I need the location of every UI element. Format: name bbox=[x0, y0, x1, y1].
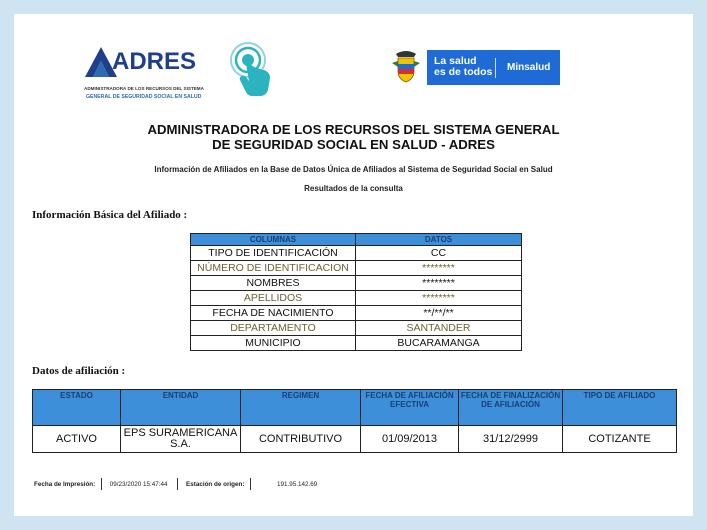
origin-label: Estación de origen: bbox=[186, 480, 245, 488]
row-value: SANTANDER bbox=[355, 320, 522, 336]
column-header: FECHA DE FINALIZACIÓN DE AFILIACIÓN bbox=[458, 389, 563, 426]
column-header: REGIMEN bbox=[240, 389, 361, 426]
cell-fecha-finalizacion: 31/12/2999 bbox=[458, 425, 563, 453]
print-footer: Fecha de Impresión: 09/23/2020 15:47:44 … bbox=[34, 478, 317, 490]
page-subtitle: Información de Afiliados en la Base de D… bbox=[154, 165, 553, 174]
page-title-line1: ADMINISTRADORA DE LOS RECURSOS DEL SISTE… bbox=[147, 122, 560, 137]
row-value: CC bbox=[355, 245, 522, 261]
cell-entidad: EPS SURAMERICANA S.A. bbox=[120, 425, 241, 453]
row-label: NÚMERO DE IDENTIFICACION bbox=[190, 260, 356, 276]
table-row: MUNICIPIO BUCARAMANGA bbox=[190, 335, 522, 351]
divider bbox=[250, 478, 252, 490]
row-label: MUNICIPIO bbox=[190, 335, 356, 351]
page-title-line2: DE SEGURIDAD SOCIAL EN SALUD - ADRES bbox=[212, 137, 495, 152]
print-date-value: 09/23/2020 15:47:44 bbox=[109, 480, 168, 488]
adres-tagline-line1: ADMINISTRADORA DE LOS RECURSOS DEL SISTE… bbox=[84, 86, 204, 91]
basic-info-header-row: COLUMNAS DATOS bbox=[190, 233, 522, 246]
table-row: APELLIDOS ******** bbox=[190, 290, 522, 306]
table-row: FECHA DE NACIMIENTO **/**/** bbox=[190, 305, 522, 321]
table-row: NOMBRES ******** bbox=[190, 275, 522, 291]
row-label: DEPARTAMENTO bbox=[190, 320, 356, 336]
origin-ip-value: 191.95.142.69 bbox=[276, 480, 318, 488]
table-row: ACTIVO EPS SURAMERICANA S.A. CONTRIBUTIV… bbox=[32, 425, 677, 453]
adres-tagline-line2: GENERAL DE SEGURIDAD SOCIAL EN SALUD bbox=[86, 94, 202, 100]
column-header: COLUMNAS bbox=[190, 233, 356, 246]
basic-info-table: COLUMNAS DATOS TIPO DE IDENTIFICACIÓN CC… bbox=[190, 233, 522, 351]
row-value: ******** bbox=[355, 290, 522, 306]
row-label: FECHA DE NACIMIENTO bbox=[190, 305, 356, 321]
results-label: Resultados de la consulta bbox=[304, 184, 403, 193]
minsalud-box: La salud es de todos Minsalud bbox=[427, 50, 560, 85]
row-value: ******** bbox=[355, 260, 522, 276]
basic-info-heading: Información Básica del Afiliado : bbox=[32, 209, 188, 221]
adres-logo: ADRES ADMINISTRADORA DE LOS RECURSOS DEL… bbox=[84, 36, 214, 106]
cell-estado: ACTIVO bbox=[32, 425, 121, 453]
document-page: ADRES ADMINISTRADORA DE LOS RECURSOS DEL… bbox=[14, 14, 693, 516]
row-value: BUCARAMANGA bbox=[355, 335, 522, 351]
column-header: ESTADO bbox=[32, 389, 121, 426]
affiliation-header-row: ESTADO ENTIDAD REGIMEN FECHA DE AFILIACI… bbox=[32, 389, 677, 426]
ministry-label: Minsalud bbox=[507, 62, 551, 73]
row-label: APELLIDOS bbox=[190, 290, 356, 306]
row-value: ******** bbox=[355, 275, 522, 291]
adres-wordmark: ADRES bbox=[112, 48, 197, 75]
cell-tipo-afiliado: COTIZANTE bbox=[562, 425, 677, 453]
column-header: TIPO DE AFILIADO bbox=[562, 389, 677, 426]
divider bbox=[101, 478, 102, 490]
row-value: **/**/** bbox=[355, 305, 522, 321]
table-row: TIPO DE IDENTIFICACIÓN CC bbox=[190, 245, 522, 261]
row-label: TIPO DE IDENTIFICACIÓN bbox=[190, 245, 356, 261]
print-date-label: Fecha de Impresión: bbox=[34, 480, 96, 488]
column-header: DATOS bbox=[355, 233, 522, 246]
affiliation-table: ESTADO ENTIDAD REGIMEN FECHA DE AFILIACI… bbox=[32, 389, 677, 453]
slogan-divider bbox=[495, 58, 496, 78]
table-row: NÚMERO DE IDENTIFICACION ******** bbox=[190, 260, 522, 276]
cell-fecha-afiliacion: 01/09/2013 bbox=[360, 425, 459, 453]
affiliation-heading: Datos de afiliación : bbox=[32, 365, 126, 377]
cell-regimen: CONTRIBUTIVO bbox=[240, 425, 361, 453]
row-label: NOMBRES bbox=[190, 275, 356, 291]
column-header: FECHA DE AFILIACIÓN EFECTIVA bbox=[360, 389, 459, 426]
column-header: ENTIDAD bbox=[120, 389, 241, 426]
table-row: DEPARTAMENTO SANTANDER bbox=[190, 320, 522, 336]
colombia-shield-icon bbox=[386, 47, 426, 87]
divider bbox=[177, 478, 179, 490]
slogan-line2: es de todos bbox=[434, 66, 493, 78]
touch-icon bbox=[230, 42, 270, 96]
minsalud-banner: La salud es de todos Minsalud bbox=[386, 47, 562, 87]
